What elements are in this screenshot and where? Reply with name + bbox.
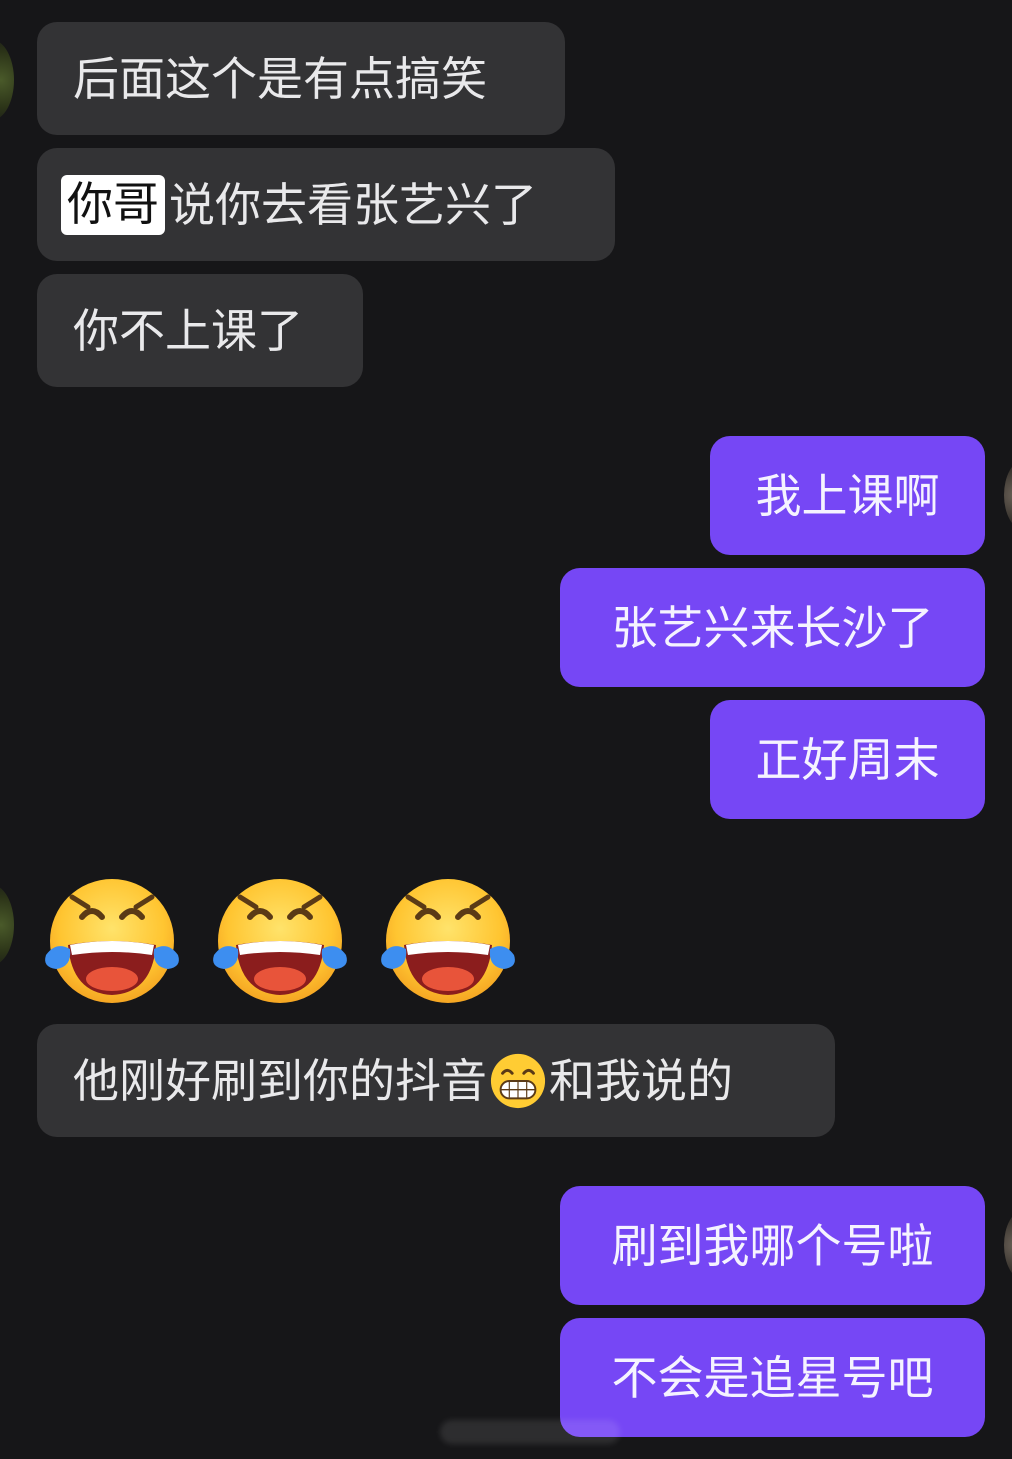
- face-with-tears-of-joy-icon: [45, 879, 179, 1003]
- incoming-message[interactable]: 你哥 说你去看张艺兴了: [37, 148, 615, 261]
- incoming-message[interactable]: 后面这个是有点搞笑: [37, 22, 565, 135]
- contact-avatar[interactable]: [0, 885, 14, 965]
- message-text: 刷到我哪个号啦: [611, 1218, 934, 1273]
- message-text: 他刚好刷到你的抖音: [73, 1053, 487, 1108]
- contact-avatar[interactable]: [0, 40, 14, 120]
- watermark: [440, 1420, 620, 1444]
- message-text: 后面这个是有点搞笑: [73, 51, 487, 106]
- highlighted-text: 你哥: [61, 174, 165, 235]
- grinning-face-icon: [490, 1053, 546, 1108]
- outgoing-message[interactable]: 不会是追星号吧: [560, 1318, 985, 1437]
- user-avatar[interactable]: [1004, 1210, 1012, 1280]
- message-text: 你不上课了: [73, 303, 303, 358]
- outgoing-message[interactable]: 正好周末: [710, 700, 985, 819]
- outgoing-message[interactable]: 张艺兴来长沙了: [560, 568, 985, 687]
- incoming-message[interactable]: 你不上课了: [37, 274, 363, 387]
- user-avatar[interactable]: [1004, 460, 1012, 530]
- outgoing-message[interactable]: 刷到我哪个号啦: [560, 1186, 985, 1305]
- incoming-message[interactable]: 他刚好刷到你的抖音 和我说的: [37, 1024, 835, 1137]
- message-text: 说你去看张艺兴了: [169, 177, 537, 232]
- face-with-tears-of-joy-icon: [381, 879, 515, 1003]
- face-with-tears-of-joy-icon: [213, 879, 347, 1003]
- message-text: 和我说的: [549, 1053, 733, 1108]
- message-text: 我上课啊: [755, 468, 940, 523]
- outgoing-message[interactable]: 我上课啊: [710, 436, 985, 555]
- message-text: 正好周末: [755, 732, 940, 787]
- message-text: 张艺兴来长沙了: [611, 600, 934, 655]
- message-text: 不会是追星号吧: [611, 1350, 934, 1405]
